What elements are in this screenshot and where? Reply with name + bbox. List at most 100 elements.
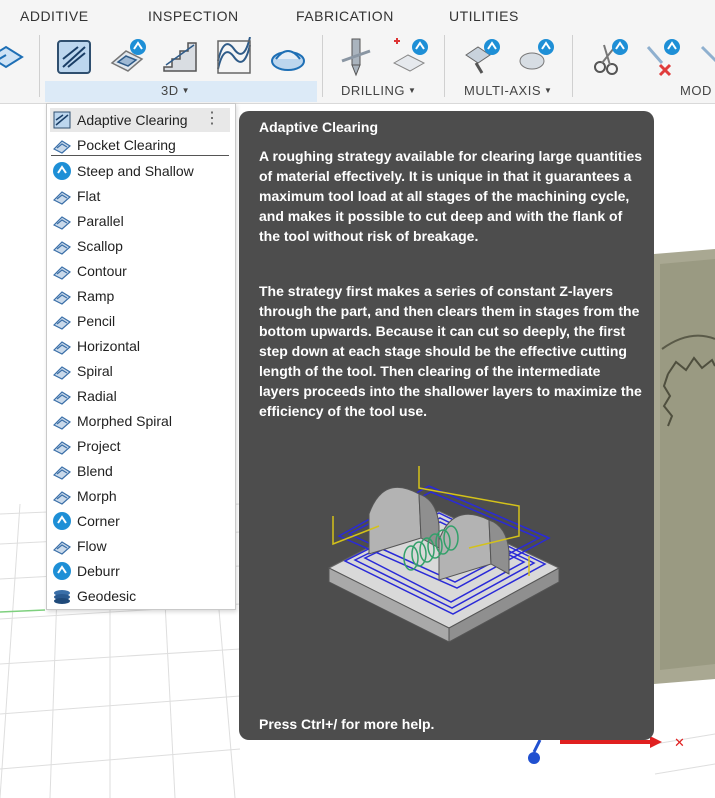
tab-utilities[interactable]: UTILITIES [449, 8, 519, 24]
trim-scissors-tool-icon[interactable] [590, 37, 630, 77]
adaptive-clearing-icon [52, 110, 72, 130]
menu-item-corner[interactable]: Corner [50, 509, 230, 533]
menu-item-flat[interactable]: Flat [50, 184, 230, 208]
menu-item-horizontal[interactable]: Horizontal [50, 334, 230, 358]
svg-text:✕: ✕ [674, 735, 685, 750]
adaptive-clearing-tool-icon[interactable] [54, 37, 94, 77]
menu-item-label: Pocket Clearing [77, 137, 176, 153]
scallop-tool-icon[interactable] [268, 37, 308, 77]
tab-additive[interactable]: ADDITIVE [20, 8, 89, 24]
modify-tool-icon[interactable] [698, 37, 715, 77]
menu-item-label: Flow [77, 538, 107, 554]
tooltip-title: Adaptive Clearing [259, 119, 379, 135]
menu-item-label: Blend [77, 463, 113, 479]
flat-icon [52, 186, 72, 206]
pocket-clearing-tool-icon[interactable] [108, 37, 148, 77]
menu-item-contour[interactable]: Contour [50, 259, 230, 283]
menu-item-label: Flat [77, 188, 101, 204]
caret-down-icon: ▼ [544, 86, 553, 95]
morph-icon [52, 486, 72, 506]
horizontal-icon [52, 336, 72, 356]
geodesic-icon [52, 586, 72, 606]
menu-item-label: Parallel [77, 213, 124, 229]
drill-tool-icon[interactable] [336, 37, 376, 77]
ribbon-separator [572, 35, 573, 97]
adaptive-clearing-tooltip: Adaptive Clearing A roughing strategy av… [239, 111, 654, 740]
menu-item-morphed-spiral[interactable]: Morphed Spiral [50, 409, 230, 433]
menu-item-radial[interactable]: Radial [50, 384, 230, 408]
project-icon [52, 436, 72, 456]
blend-icon [52, 461, 72, 481]
group-multiaxis-dropdown[interactable]: MULTI-AXIS ▼ [464, 83, 552, 98]
menu-item-label: Geodesic [77, 588, 137, 604]
menu-item-morph[interactable]: Morph [50, 484, 230, 508]
ribbon-separator [444, 35, 445, 97]
steep-shallow-icon [52, 161, 72, 181]
multiaxis-swarf-tool-icon[interactable] [462, 37, 502, 77]
ribbon-separator [39, 35, 40, 97]
menu-divider [51, 155, 229, 156]
ramp-icon [52, 286, 72, 306]
face-tool-icon[interactable] [0, 37, 26, 77]
menu-item-adaptive-clearing[interactable]: Adaptive Clearing ⋮ [50, 108, 230, 132]
menu-item-project[interactable]: Project [50, 434, 230, 458]
scallop-icon [52, 236, 72, 256]
menu-item-spiral[interactable]: Spiral [50, 359, 230, 383]
adaptive-clearing-illustration [327, 466, 561, 643]
menu-item-steep-and-shallow[interactable]: Steep and Shallow [50, 159, 230, 183]
group-3d-dropdown[interactable]: 3D ▼ [161, 83, 190, 98]
pencil-icon [52, 311, 72, 331]
menu-item-label: Steep and Shallow [77, 163, 194, 179]
menu-item-label: Radial [77, 388, 117, 404]
ribbon-tab-bar: ADDITIVE INSPECTION FABRICATION UTILITIE… [0, 0, 715, 32]
deburr-icon [52, 561, 72, 581]
parallel-icon [52, 211, 72, 231]
tooltip-help-hint: Press Ctrl+/ for more help. [259, 716, 435, 732]
menu-item-label: Ramp [77, 288, 115, 304]
menu-item-geodesic[interactable]: Geodesic [50, 584, 230, 608]
steep-shallow-tool-icon[interactable] [160, 37, 200, 77]
menu-item-blend[interactable]: Blend [50, 459, 230, 483]
corner-icon [52, 511, 72, 531]
menu-item-flow[interactable]: Flow [50, 534, 230, 558]
group-drilling-label: DRILLING [341, 83, 405, 98]
menu-item-label: Corner [77, 513, 120, 529]
tab-fabrication[interactable]: FABRICATION [296, 8, 394, 24]
menu-item-ramp[interactable]: Ramp [50, 284, 230, 308]
group-modify-label: MOD [680, 83, 712, 98]
more-options-icon[interactable]: ⋮ [204, 109, 220, 129]
pocket-clearing-icon [52, 135, 72, 155]
delete-toolpath-tool-icon[interactable] [644, 37, 684, 77]
tooltip-description: A roughing strategy available for cleari… [259, 148, 643, 244]
spiral-icon [52, 361, 72, 381]
menu-item-label: Project [77, 438, 121, 454]
menu-item-label: Contour [77, 263, 127, 279]
menu-item-label: Scallop [77, 238, 123, 254]
menu-item-deburr[interactable]: Deburr [50, 559, 230, 583]
group-modify-dropdown[interactable]: MOD [680, 83, 712, 98]
hole-recognition-tool-icon[interactable] [390, 37, 430, 77]
tab-inspection[interactable]: INSPECTION [148, 8, 239, 24]
group-3d-label: 3D [161, 83, 179, 98]
menu-item-label: Morph [77, 488, 117, 504]
strategy-dropdown-menu: Adaptive Clearing ⋮ Pocket Clearing Steep a… [46, 103, 236, 610]
menu-item-pencil[interactable]: Pencil [50, 309, 230, 333]
radial-icon [52, 386, 72, 406]
menu-item-pocket-clearing[interactable]: Pocket Clearing [50, 133, 230, 157]
multiaxis-contour-tool-icon[interactable] [516, 37, 556, 77]
caret-down-icon: ▼ [181, 86, 191, 95]
contour-icon [52, 261, 72, 281]
group-drilling-dropdown[interactable]: DRILLING ▼ [341, 83, 416, 98]
parallel-tool-icon[interactable] [214, 36, 254, 77]
menu-item-parallel[interactable]: Parallel [50, 209, 230, 233]
flow-icon [52, 536, 72, 556]
menu-item-label: Pencil [77, 313, 116, 329]
caret-down-icon: ▼ [407, 86, 417, 95]
menu-item-label: Spiral [77, 363, 113, 379]
morphed-spiral-icon [52, 411, 72, 431]
menu-item-scallop[interactable]: Scallop [50, 234, 230, 258]
menu-item-label: Deburr [77, 563, 120, 579]
group-multiaxis-label: MULTI-AXIS [464, 83, 541, 98]
tooltip-description-detail: The strategy first makes a series of con… [259, 283, 642, 419]
menu-item-label: Horizontal [77, 338, 141, 354]
